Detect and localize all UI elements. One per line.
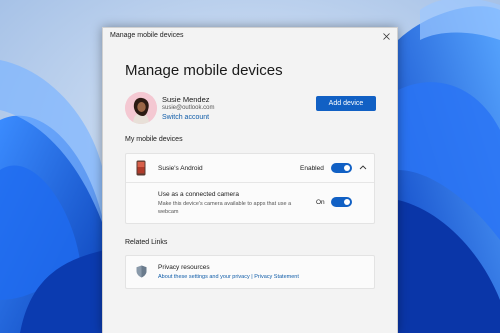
divider: [126, 182, 374, 183]
device-enabled-toggle[interactable]: [331, 163, 352, 173]
camera-state-label: On: [316, 199, 325, 206]
camera-setting-title: Use as a connected camera: [158, 191, 239, 198]
manage-devices-dialog: Manage mobile devices Manage mobile devi…: [102, 27, 398, 333]
device-card: Susie's Android Enabled Use as a connect…: [125, 153, 375, 224]
close-button[interactable]: [379, 30, 393, 42]
shield-icon: [136, 265, 147, 278]
privacy-links: About these settings and your privacy | …: [158, 274, 299, 280]
page-title: Manage mobile devices: [125, 62, 283, 79]
devices-section-heading: My mobile devices: [125, 136, 183, 143]
camera-setting-description: Make this device's camera available to a…: [158, 201, 292, 215]
about-privacy-link[interactable]: About these settings and your privacy: [158, 274, 250, 280]
title-bar: Manage mobile devices: [103, 28, 397, 44]
account-name: Susie Mendez: [162, 95, 210, 104]
privacy-statement-link[interactable]: Privacy Statement: [254, 274, 299, 280]
related-links-heading: Related Links: [125, 239, 168, 246]
avatar: [125, 92, 157, 124]
close-icon: [382, 32, 390, 40]
device-name: Susie's Android: [158, 165, 203, 172]
device-status-label: Enabled: [300, 165, 324, 172]
add-device-button[interactable]: Add device: [316, 96, 376, 111]
device-row[interactable]: Susie's Android Enabled: [126, 154, 374, 182]
account-email: susie@outlook.com: [162, 105, 215, 111]
privacy-card: Privacy resources About these settings a…: [125, 255, 375, 289]
privacy-resources-title: Privacy resources: [158, 264, 210, 271]
chevron-up-icon[interactable]: [359, 164, 367, 170]
switch-account-link[interactable]: Switch account: [162, 114, 209, 121]
camera-toggle[interactable]: [331, 197, 352, 207]
phone-icon: [136, 160, 146, 176]
window-title: Manage mobile devices: [110, 32, 184, 39]
